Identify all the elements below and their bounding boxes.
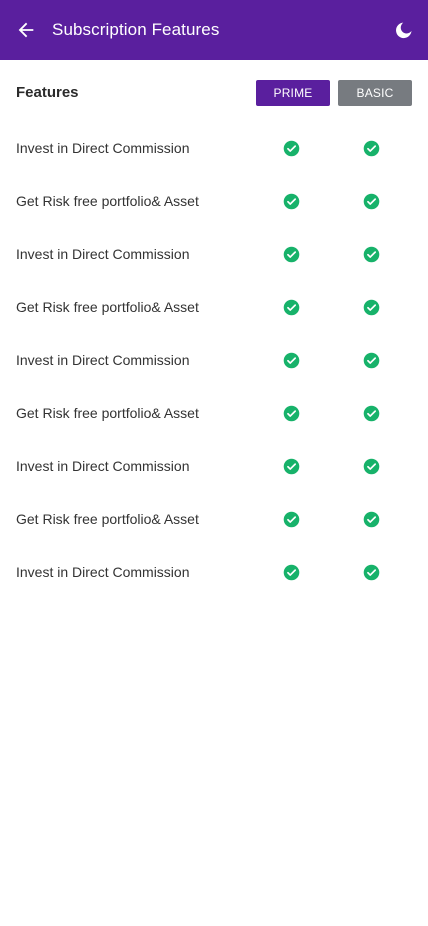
feature-label: Get Risk free portfolio& Asset (16, 299, 199, 315)
prime-check-icon (283, 405, 300, 422)
feature-row: Invest in Direct Commission (0, 122, 428, 175)
prime-check-icon (283, 352, 300, 369)
basic-check-icon (363, 352, 380, 369)
app-bar: Subscription Features (0, 0, 428, 60)
prime-check-icon (283, 564, 300, 581)
basic-plan-button[interactable]: BASIC (338, 80, 412, 106)
moon-icon (396, 22, 412, 39)
feature-label: Invest in Direct Commission (16, 246, 190, 262)
basic-check-icon (363, 511, 380, 528)
prime-check-icon (283, 511, 300, 528)
feature-row: Invest in Direct Commission (0, 228, 428, 281)
feature-label: Get Risk free portfolio& Asset (16, 511, 199, 527)
features-header-row: Features PRIME BASIC (0, 80, 428, 106)
feature-label: Get Risk free portfolio& Asset (16, 405, 199, 421)
feature-row: Invest in Direct Commission (0, 546, 428, 599)
feature-row: Invest in Direct Commission (0, 334, 428, 387)
feature-row: Invest in Direct Commission (0, 440, 428, 493)
back-button[interactable] (12, 16, 40, 44)
basic-check-icon (363, 246, 380, 263)
prime-check-icon (283, 246, 300, 263)
basic-check-icon (363, 193, 380, 210)
feature-list: Invest in Direct Commission Get Risk free… (0, 122, 428, 599)
features-heading: Features (16, 84, 79, 101)
feature-label: Invest in Direct Commission (16, 352, 190, 368)
basic-check-icon (363, 140, 380, 157)
feature-label: Invest in Direct Commission (16, 458, 190, 474)
basic-check-icon (363, 299, 380, 316)
prime-check-icon (283, 299, 300, 316)
page-title: Subscription Features (52, 20, 220, 39)
feature-label: Invest in Direct Commission (16, 564, 190, 580)
feature-label: Get Risk free portfolio& Asset (16, 193, 199, 209)
prime-plan-button[interactable]: PRIME (256, 80, 330, 106)
prime-check-icon (283, 193, 300, 210)
feature-row: Get Risk free portfolio& Asset (0, 281, 428, 334)
theme-toggle-button[interactable] (390, 17, 416, 43)
feature-row: Get Risk free portfolio& Asset (0, 493, 428, 546)
feature-label: Invest in Direct Commission (16, 140, 190, 156)
basic-check-icon (363, 458, 380, 475)
basic-check-icon (363, 564, 380, 581)
prime-check-icon (283, 140, 300, 157)
feature-row: Get Risk free portfolio& Asset (0, 175, 428, 228)
feature-row: Get Risk free portfolio& Asset (0, 387, 428, 440)
prime-check-icon (283, 458, 300, 475)
arrow-left-icon (18, 22, 34, 38)
basic-check-icon (363, 405, 380, 422)
